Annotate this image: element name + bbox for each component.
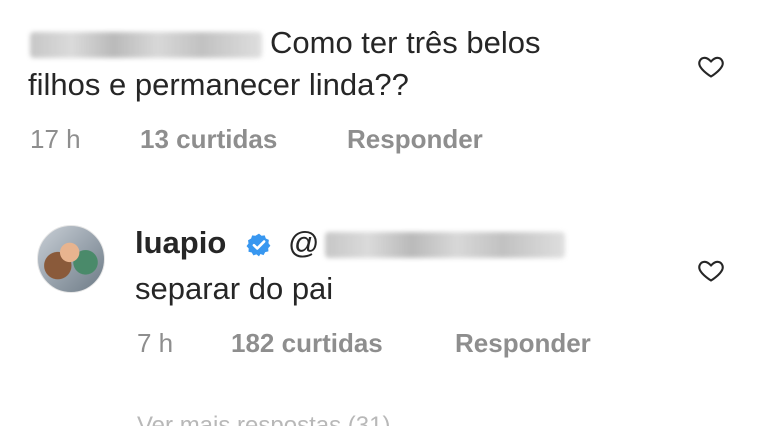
blurred-mention[interactable] bbox=[325, 232, 565, 258]
heart-icon[interactable] bbox=[696, 256, 726, 284]
avatar[interactable] bbox=[37, 225, 105, 293]
reply-text: separar do pai bbox=[135, 271, 334, 306]
comment: Como ter três belos filhos e permanecer … bbox=[0, 0, 780, 170]
comment-time: 17 h bbox=[30, 124, 81, 154]
heart-icon[interactable] bbox=[696, 52, 726, 80]
mention-prefix: @ bbox=[288, 225, 320, 260]
comment-reply-button[interactable]: Responder bbox=[347, 124, 483, 155]
comment-text-line1: Como ter três belos bbox=[270, 25, 541, 60]
reply-reply-button[interactable]: Responder bbox=[455, 328, 591, 359]
reply-likes[interactable]: 182 curtidas bbox=[231, 328, 383, 359]
comment-text-line2: filhos e permanecer linda?? bbox=[28, 67, 409, 102]
reply-time: 7 h bbox=[137, 328, 174, 358]
verified-badge-icon bbox=[246, 233, 271, 257]
more-replies-link[interactable]: Ver mais respostas (31) bbox=[137, 412, 390, 426]
reply-comment: luapio @ separar do pai 7 h 182 curtidas… bbox=[0, 210, 780, 380]
comment-likes[interactable]: 13 curtidas bbox=[140, 124, 277, 155]
blurred-username bbox=[30, 32, 262, 58]
reply-username[interactable]: luapio bbox=[135, 225, 226, 261]
